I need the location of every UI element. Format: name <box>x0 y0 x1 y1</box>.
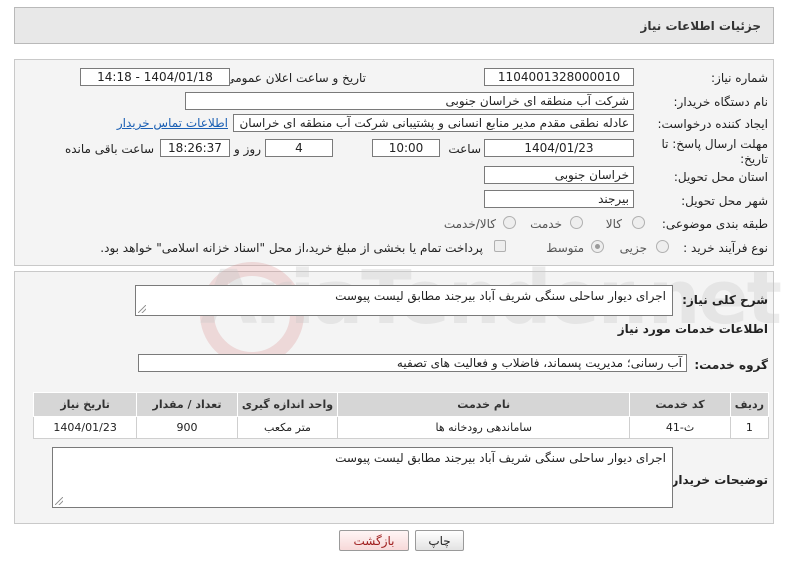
col-row-number: ردیف <box>729 392 770 417</box>
resize-grip-icon[interactable] <box>138 305 146 313</box>
cell-need-date: 1404/01/23 <box>32 416 138 439</box>
buyer-org-field: شرکت آب منطقه ای خراسان جنوبی <box>185 92 634 110</box>
buyer-org-label: نام دستگاه خریدار: <box>673 95 769 109</box>
treasury-payment-text: پرداخت تمام یا بخشی از مبلغ خرید،از محل … <box>100 241 483 255</box>
col-service-code: کد خدمت <box>629 392 731 417</box>
announce-field: 1404/01/18 - 14:18 <box>80 68 230 86</box>
creator-label: ایجاد کننده درخواست: <box>657 117 768 131</box>
cell-quantity: 900 <box>136 416 238 439</box>
page-header: جزئیات اطلاعات نیاز <box>14 7 774 44</box>
back-button[interactable]: بازگشت <box>339 530 409 551</box>
need-number-field: 1104001328000010 <box>484 68 634 86</box>
need-number-label: شماره نیاز: <box>711 71 768 85</box>
treasury-payment-checkbox[interactable] <box>494 240 506 252</box>
buyer-notes-label: توضیحات خریدار: <box>666 473 768 487</box>
table-header-row: ردیف کد خدمت نام خدمت واحد اندازه گیری ت… <box>32 392 770 417</box>
deadline-time-label: ساعت <box>448 142 481 156</box>
page-title: جزئیات اطلاعات نیاز <box>640 19 761 33</box>
buyer-notes-textarea: اجرای دیوار ساحلی سنگی شریف آباد بیرجند … <box>52 447 673 508</box>
summary-label: شرح کلی نیاز: <box>682 293 768 307</box>
category-goods-radio[interactable] <box>632 216 645 229</box>
province-label: استان محل تحویل: <box>673 170 768 184</box>
category-goods-service-label: کالا/خدمت <box>443 217 496 231</box>
deadline-time-field: 10:00 <box>372 139 440 157</box>
buyer-contact-link[interactable]: اطلاعات تماس خریدار <box>117 116 228 130</box>
time-remaining-field: 18:26:37 <box>160 139 230 157</box>
city-label: شهر محل تحویل: <box>681 194 768 208</box>
category-label: طبقه بندی موضوعی: <box>661 217 768 231</box>
days-remaining-field: 4 <box>265 139 333 157</box>
summary-textarea: اجرای دیوار ساحلی سنگی شریف آباد بیرجند … <box>135 285 673 316</box>
process-medium-radio[interactable] <box>591 240 604 253</box>
category-service-label: خدمت <box>530 217 562 231</box>
announce-label: تاریخ و ساعت اعلان عمومی: <box>221 71 366 85</box>
services-section-title: اطلاعات خدمات مورد نیاز <box>617 322 768 336</box>
col-service-name: نام خدمت <box>337 392 631 417</box>
process-minor-label: جزیی <box>619 241 647 255</box>
category-goods-label: کالا <box>605 217 622 231</box>
col-quantity: تعداد / مقدار <box>136 392 238 417</box>
city-field: بیرجند <box>484 190 634 208</box>
cell-service-name: ساماندهی رودخانه ها <box>337 416 631 439</box>
category-service-radio[interactable] <box>570 216 583 229</box>
buyer-notes-text: اجرای دیوار ساحلی سنگی شریف آباد بیرجند … <box>335 451 666 465</box>
process-medium-label: متوسط <box>546 241 584 255</box>
service-group-label: گروه خدمت: <box>694 358 768 372</box>
days-label: روز و <box>234 142 261 156</box>
deadline-date-field: 1404/01/23 <box>484 139 634 157</box>
process-label: نوع فرآیند خرید : <box>683 241 768 255</box>
cell-unit: متر مکعب <box>236 416 339 439</box>
province-field: خراسان جنوبی <box>484 166 634 184</box>
cell-row-number: 1 <box>729 416 770 439</box>
creator-field: عادله نطقی مقدم مدیر منابع انسانی و پشتی… <box>233 114 634 132</box>
category-goods-service-radio[interactable] <box>503 216 516 229</box>
resize-grip-icon[interactable] <box>55 497 63 505</box>
table-row: 1 ث-41 ساماندهی رودخانه ها متر مکعب 900 … <box>32 416 770 439</box>
time-remaining-label: ساعت باقی مانده <box>64 142 154 156</box>
col-need-date: تاریخ نیاز <box>32 392 138 417</box>
cell-service-code: ث-41 <box>629 416 731 439</box>
service-group-field: آب رسانی؛ مدیریت پسماند، فاضلاب و فعالیت… <box>138 354 687 372</box>
summary-text: اجرای دیوار ساحلی سنگی شریف آباد بیرجند … <box>335 289 666 303</box>
services-table: ردیف کد خدمت نام خدمت واحد اندازه گیری ت… <box>32 392 770 439</box>
process-minor-radio[interactable] <box>656 240 669 253</box>
col-unit: واحد اندازه گیری <box>236 392 339 417</box>
print-button[interactable]: چاپ <box>415 530 464 551</box>
deadline-label: مهلت ارسال پاسخ: تا تاریخ: <box>661 137 768 166</box>
